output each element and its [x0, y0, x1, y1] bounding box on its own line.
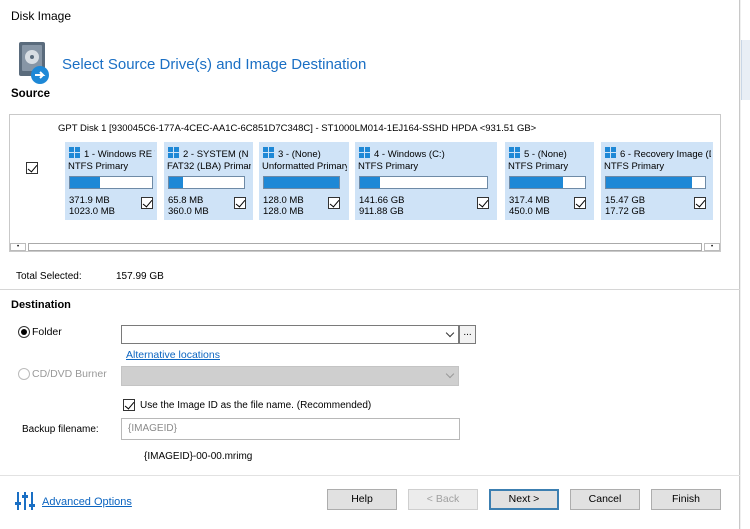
partition-1[interactable]: 1 - Windows RE T NTFS Primary 371.9 MB 10…: [65, 142, 157, 220]
cancel-button[interactable]: Cancel: [570, 489, 640, 510]
use-image-id-label: Use the Image ID as the file name. (Reco…: [140, 400, 372, 411]
partition-total: 360.0 MB: [168, 206, 209, 217]
folder-combo[interactable]: [121, 325, 459, 344]
cd-dvd-label: CD/DVD Burner: [32, 368, 107, 380]
advanced-options-link[interactable]: Advanced Options: [42, 496, 132, 508]
usage-bar: [168, 176, 245, 189]
partition-checkbox[interactable]: [694, 197, 706, 209]
partition-3[interactable]: 3 - (None) Unformatted Primary 128.0 MB 1…: [259, 142, 349, 220]
title-bar[interactable]: Disk Image: [0, 0, 740, 30]
alternative-locations-link[interactable]: Alternative locations: [126, 349, 220, 361]
partition-type: NTFS Primary: [358, 161, 419, 172]
source-heading: Source: [11, 88, 50, 100]
partition-type: FAT32 (LBA) Primar: [167, 161, 251, 172]
partition-total: 1023.0 MB: [69, 206, 115, 217]
usage-bar-fill: [70, 177, 100, 188]
backup-filename-input[interactable]: {IMAGEID}: [121, 418, 460, 440]
background-window-edge: [741, 0, 750, 529]
partition-used: 317.4 MB: [509, 195, 550, 206]
partition-title: 1 - Windows RE T: [84, 149, 155, 160]
windows-icon: [69, 147, 80, 158]
partition-checkbox[interactable]: [141, 197, 153, 209]
folder-radio[interactable]: [18, 326, 30, 338]
partition-6[interactable]: 6 - Recovery Image (D:) NTFS Primary 15.…: [601, 142, 713, 220]
partition-used: 65.8 MB: [168, 195, 204, 206]
partition-total: 17.72 GB: [605, 206, 646, 217]
footer-divider: [0, 475, 740, 476]
browse-button[interactable]: ...: [459, 325, 476, 344]
partition-total: 450.0 MB: [509, 206, 550, 217]
disk-caption: GPT Disk 1 [930045C6-177A-4CEC-AA1C-6C85…: [58, 123, 537, 134]
partition-type: Unformatted Primary: [262, 161, 347, 172]
total-selected-label: Total Selected:: [16, 271, 82, 282]
partition-type: NTFS Primary: [604, 161, 665, 172]
chevron-down-icon[interactable]: [445, 369, 455, 379]
divider: [0, 289, 740, 290]
partition-title: 4 - Windows (C:): [374, 149, 445, 160]
scroll-left-icon[interactable]: •: [10, 243, 26, 251]
usage-bar: [359, 176, 488, 189]
cd-dvd-combo[interactable]: [121, 366, 459, 386]
back-button[interactable]: < Back: [408, 489, 478, 510]
partition-used: 128.0 MB: [263, 195, 304, 206]
disk-checkbox[interactable]: [26, 162, 38, 177]
filename-preview: {IMAGEID}-00-00.mrimg: [144, 451, 253, 462]
usage-bar: [509, 176, 586, 189]
usage-bar-fill: [510, 177, 564, 188]
partition-type: NTFS Primary: [508, 161, 569, 172]
windows-icon: [168, 147, 179, 158]
usage-bar-fill: [169, 177, 183, 188]
use-image-id-checkbox[interactable]: [123, 399, 135, 411]
page-title: Select Source Drive(s) and Image Destina…: [62, 56, 367, 73]
total-selected-value: 157.99 GB: [116, 271, 164, 282]
scroll-thumb[interactable]: [28, 243, 702, 251]
usage-bar: [263, 176, 340, 189]
usage-bar-fill: [606, 177, 693, 188]
partition-2[interactable]: 2 - SYSTEM (N FAT32 (LBA) Primar 65.8 MB…: [164, 142, 253, 220]
chevron-down-icon[interactable]: [445, 328, 455, 338]
finish-button[interactable]: Finish: [651, 489, 721, 510]
windows-icon: [359, 147, 370, 158]
partition-checkbox[interactable]: [234, 197, 246, 209]
partition-title: 6 - Recovery Image (D:): [620, 149, 711, 160]
disk-image-icon: [19, 42, 49, 84]
partition-5[interactable]: 5 - (None) NTFS Primary 317.4 MB 450.0 MB: [505, 142, 594, 220]
windows-icon: [605, 147, 616, 158]
backup-filename-placeholder: {IMAGEID}: [128, 423, 177, 434]
partition-total: 128.0 MB: [263, 206, 304, 217]
partition-total: 911.88 GB: [359, 206, 404, 217]
horizontal-scrollbar[interactable]: • •: [10, 243, 720, 251]
sliders-icon[interactable]: [13, 489, 37, 513]
folder-label: Folder: [32, 326, 62, 338]
partition-checkbox[interactable]: [574, 197, 586, 209]
partition-title: 5 - (None): [524, 149, 567, 160]
backup-filename-label: Backup filename:: [22, 424, 99, 435]
windows-icon: [509, 147, 520, 158]
disk-image-dialog: Disk Image Select Source Drive(s) and Im…: [0, 0, 740, 529]
next-button[interactable]: Next >: [489, 489, 559, 510]
source-panel: GPT Disk 1 [930045C6-177A-4CEC-AA1C-6C85…: [9, 114, 721, 252]
partition-checkbox[interactable]: [477, 197, 489, 209]
disk-checkbox-box[interactable]: [26, 162, 38, 174]
partition-used: 371.9 MB: [69, 195, 110, 206]
partition-checkbox[interactable]: [328, 197, 340, 209]
usage-bar-fill: [264, 177, 339, 188]
partition-type: NTFS Primary: [68, 161, 129, 172]
destination-heading: Destination: [11, 299, 71, 311]
window-title: Disk Image: [11, 9, 72, 23]
usage-bar-fill: [360, 177, 381, 188]
partition-4[interactable]: 4 - Windows (C:) NTFS Primary 141.66 GB 9…: [355, 142, 497, 220]
partition-title: 3 - (None): [278, 149, 321, 160]
usage-bar: [605, 176, 706, 189]
partition-used: 15.47 GB: [605, 195, 646, 206]
partition-used: 141.66 GB: [359, 195, 405, 206]
help-button[interactable]: Help: [327, 489, 397, 510]
partition-title: 2 - SYSTEM (N: [183, 149, 249, 160]
windows-icon: [263, 147, 274, 158]
scroll-right-icon[interactable]: •: [704, 243, 720, 251]
cd-dvd-radio[interactable]: [18, 368, 30, 380]
usage-bar: [69, 176, 153, 189]
